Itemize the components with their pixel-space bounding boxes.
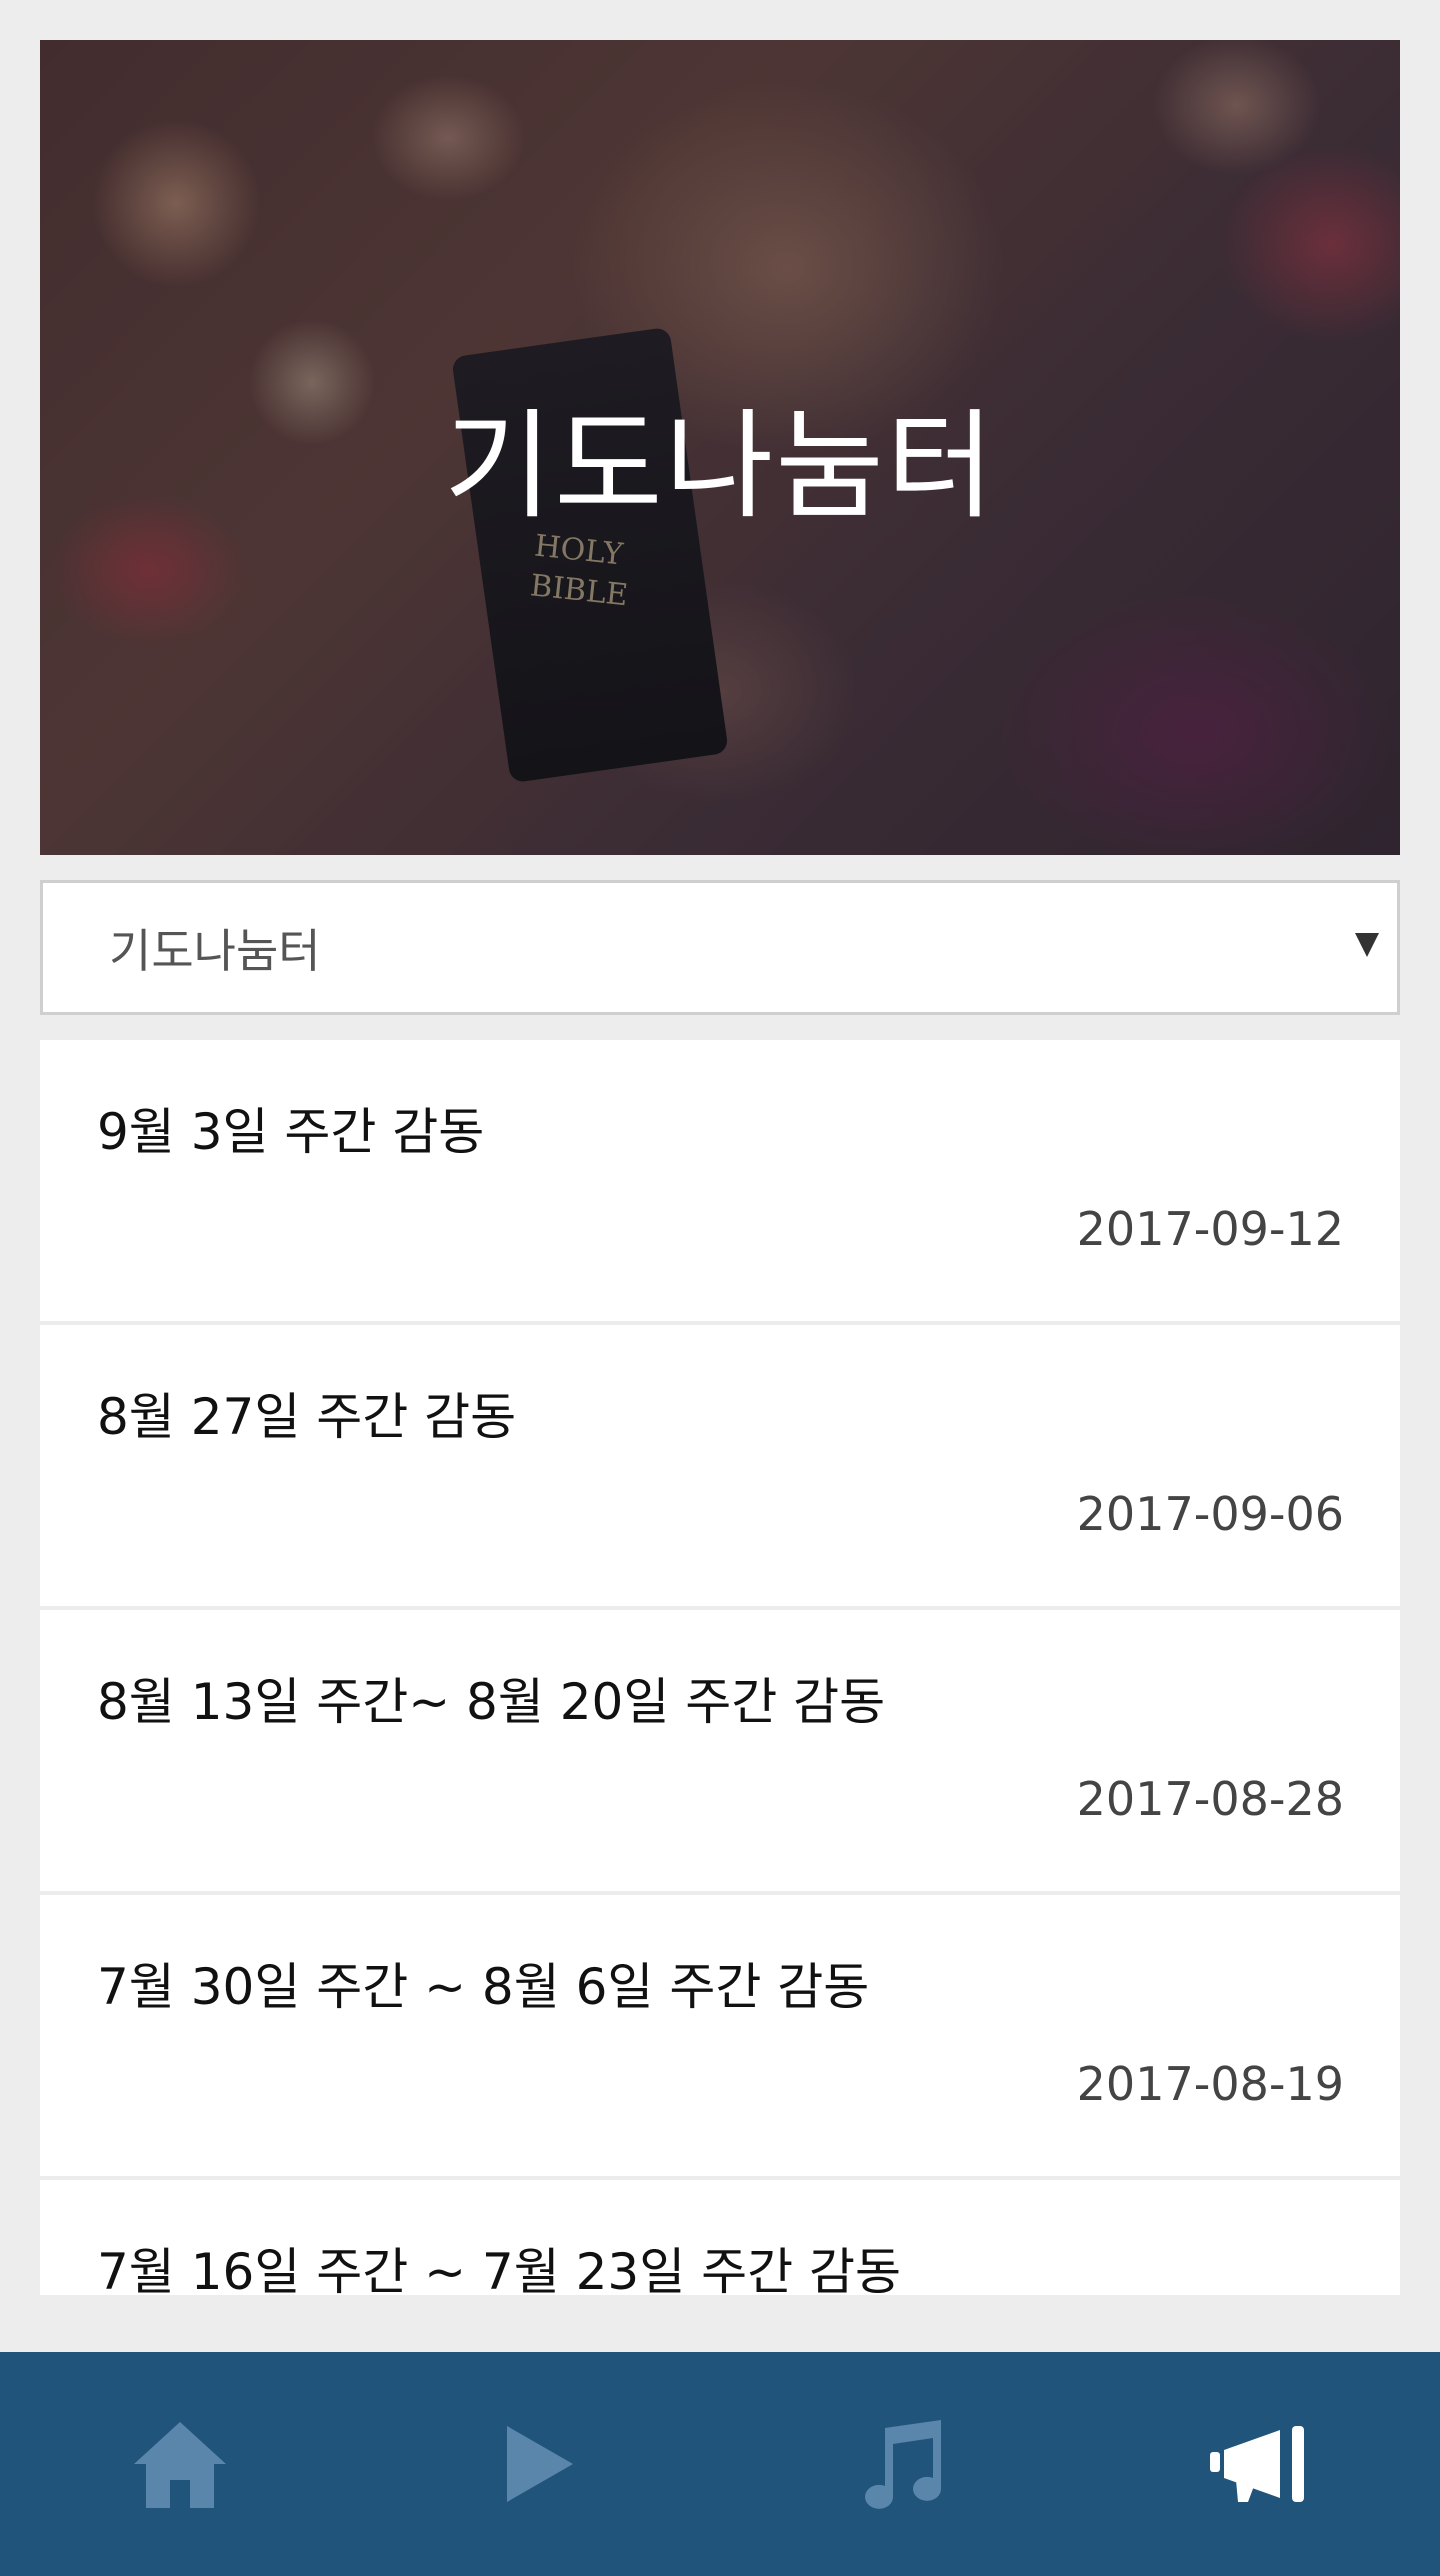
hero-banner: HOLY BIBLE 기도나눔터 (40, 40, 1400, 855)
post-title: 9월 3일 주간 감동 (97, 1103, 485, 1161)
nav-play-button[interactable] (360, 2352, 720, 2576)
board-select-value: 기도나눔터 (109, 923, 321, 978)
post-date: 2017-08-28 (1076, 1772, 1344, 1826)
music-note-icon (865, 2420, 942, 2509)
home-icon (134, 2422, 226, 2508)
nav-music-button[interactable] (720, 2352, 1080, 2576)
post-date: 2017-09-06 (1076, 1487, 1344, 1541)
post-list: 9월 3일 주간 감동 2017-09-12 8월 27일 주간 감동 2017… (40, 1040, 1400, 2295)
page: HOLY BIBLE 기도나눔터 기도나눔터 9월 3일 주간 감동 2017-… (0, 0, 1440, 2576)
post-title: 8월 27일 주간 감동 (97, 1388, 517, 1446)
play-icon (507, 2426, 573, 2502)
nav-notice-button[interactable] (1080, 2352, 1440, 2576)
bottom-nav (0, 2352, 1440, 2576)
board-select[interactable]: 기도나눔터 (40, 880, 1400, 1015)
post-title: 7월 16일 주간 ~ 7월 23일 주간 감동 (97, 2243, 902, 2295)
nav-home-button[interactable] (0, 2352, 360, 2576)
list-item[interactable]: 7월 16일 주간 ~ 7월 23일 주간 감동 (40, 2180, 1400, 2295)
post-date: 2017-08-19 (1076, 2057, 1344, 2111)
page-title: 기도나눔터 (443, 401, 997, 533)
post-title: 7월 30일 주간 ~ 8월 6일 주간 감동 (97, 1958, 870, 2016)
post-date: 2017-09-12 (1076, 1202, 1344, 1256)
list-item[interactable]: 8월 13일 주간~ 8월 20일 주간 감동 2017-08-28 (40, 1610, 1400, 1895)
post-title: 8월 13일 주간~ 8월 20일 주간 감동 (97, 1673, 886, 1731)
list-item[interactable]: 8월 27일 주간 감동 2017-09-06 (40, 1325, 1400, 1610)
list-item[interactable]: 9월 3일 주간 감동 2017-09-12 (40, 1040, 1400, 1325)
dropdown-arrow-icon (1355, 933, 1379, 957)
megaphone-icon (1210, 2426, 1304, 2502)
list-item[interactable]: 7월 30일 주간 ~ 8월 6일 주간 감동 2017-08-19 (40, 1895, 1400, 2180)
